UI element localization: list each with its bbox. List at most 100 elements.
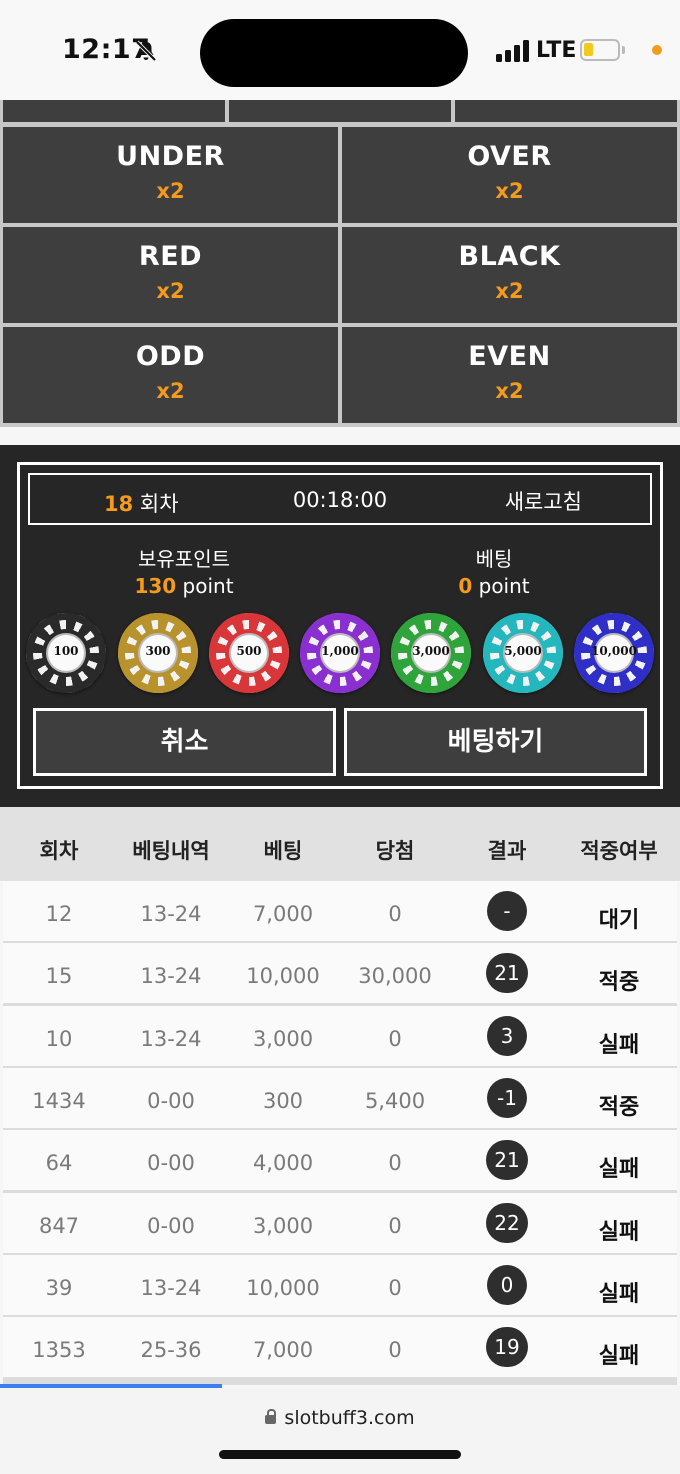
bet-option-black[interactable]: BLACK x2 [342,227,677,323]
table-row: 1434 0-00 300 5,400 -1 적중 [3,1067,677,1128]
win-cell: 0 [388,1026,402,1051]
status-cell: 실패 [598,1157,640,1183]
bet-option-name: EVEN [468,341,551,372]
chip-5000[interactable]: 5,000 [483,613,563,693]
bet-option-multiplier: x2 [495,179,524,203]
chip-3000[interactable]: 3,000 [391,613,471,693]
round-cell: 847 [38,1213,80,1238]
bet-option-under[interactable]: UNDER x2 [3,127,338,223]
battery-icon [580,39,625,61]
result-cell: 22 [451,1202,563,1243]
pick-cell: 25-36 [140,1338,202,1363]
browser-address-bar[interactable]: slotbuff3.com [0,1388,680,1474]
status-cell: 실패 [598,1219,640,1245]
table-row: 12 13-24 7,000 0 - 대기 [3,881,677,941]
table-row: 10 13-24 3,000 0 3 실패 [3,1005,677,1066]
privacy-dot-icon [652,45,662,55]
history-table: 12 13-24 7,000 0- 대기 15 13-24 10,000 30,000 21 적중 1… [3,881,677,1385]
holding-points-value: 130 point [74,574,294,598]
dynamic-island [200,19,468,87]
round-cell: 39 [45,1275,73,1300]
point-unit: point [472,574,530,598]
win-cell: 5,400 [364,1088,426,1113]
result-cell: 21 [451,1140,563,1181]
network-type: LTE [536,38,577,63]
bet-option-cut [3,100,225,122]
column-header-bet: 베팅 [263,839,303,863]
pick-cell: 0-00 [147,1213,195,1238]
result-ball: - [487,891,527,931]
status-cell: 적중 [598,970,640,996]
table-row: 39 13-24 10,000 0 0 실패 [3,1254,677,1315]
result-ball: 19 [486,1327,528,1368]
result-ball: 21 [486,1140,528,1181]
bet-cell: 10,000 [246,1275,320,1300]
chip-value: 100 [53,644,79,658]
holding-points-number: 130 [134,574,177,598]
chip-value: 500 [236,644,262,658]
chip-10000[interactable]: 10,000 [574,613,654,693]
bet-points-value: 0 point [384,574,604,598]
table-row: 847 0-00 3,000 0 22 실패 [3,1192,677,1253]
chip-100[interactable]: 100 [26,613,106,693]
bet-option-multiplier: x2 [156,379,185,403]
bet-option-grid: UNDER x2 OVER x2 RED x2 BLACK x2 ODD x2 … [0,100,680,427]
bet-option-multiplier: x2 [156,279,185,303]
result-ball: 21 [486,953,528,994]
bet-option-over[interactable]: OVER x2 [342,127,677,223]
refresh-button[interactable]: 새로고침 [505,486,582,516]
bet-cell: 7,000 [252,1338,314,1363]
status-bar: 12:17 LTE [0,0,680,100]
address-field[interactable]: slotbuff3.com [0,1407,680,1429]
column-header-pick: 베팅내역 [132,839,210,863]
place-bet-button[interactable]: 베팅하기 [344,708,647,776]
pick-cell: 13-24 [140,964,202,989]
result-ball: 22 [486,1202,528,1243]
status-cell: 실패 [598,1344,640,1370]
bet-option-name: BLACK [458,241,561,272]
win-cell: 0 [388,1275,402,1300]
bet-cell: 3,000 [252,1026,314,1051]
table-row: 1353 25-36 7,000 0 19 실패 [3,1317,677,1378]
table-row: 15 13-24 10,000 30,000 21 적중 [3,943,677,1004]
column-header-status: 적중여부 [580,839,658,863]
bet-option-name: RED [138,241,203,272]
round-cell: 64 [45,1151,73,1176]
result-cell: 0 [451,1264,563,1305]
column-header-round: 회차 [39,839,79,863]
bet-points-number: 0 [458,574,473,598]
cancel-button[interactable]: 취소 [33,708,336,776]
column-header-result: 결과 [487,839,527,863]
pick-cell: 0-00 [147,1088,195,1113]
chip-value: 1,000 [321,644,359,658]
home-indicator[interactable] [219,1450,461,1459]
pick-cell: 13-24 [140,902,202,926]
bet-cell: 3,000 [252,1213,314,1238]
win-cell: 0 [388,1213,402,1238]
chip-300[interactable]: 300 [118,613,198,693]
result-ball: 3 [487,1015,527,1056]
round-cell: 12 [45,902,73,926]
bet-option-red[interactable]: RED x2 [3,227,338,323]
result-cell: 3 [451,1015,563,1056]
result-ball: 0 [487,1264,527,1305]
bet-option-even[interactable]: EVEN x2 [342,327,677,423]
win-cell: 0 [388,902,402,926]
result-cell: - [451,891,563,931]
url-text: slotbuff3.com [284,1407,415,1429]
bet-cell: 7,000 [252,902,314,926]
round-info-bar: 18 회차 00:18:00 새로고침 [28,473,652,525]
status-cell: 실패 [598,1281,640,1307]
bet-option-multiplier: x2 [495,279,524,303]
bet-cell: 300 [262,1088,304,1113]
bet-option-cut [229,100,451,122]
chip-500[interactable]: 500 [209,613,289,693]
win-cell: 0 [388,1151,402,1176]
win-cell: 0 [388,1338,402,1363]
lock-icon [265,1409,277,1424]
bet-option-odd[interactable]: ODD x2 [3,327,338,423]
chip-1000[interactable]: 1,000 [300,613,380,693]
bet-option-name: UNDER [116,141,225,172]
result-ball: -1 [487,1077,527,1118]
round-cell: 10 [45,1026,73,1051]
